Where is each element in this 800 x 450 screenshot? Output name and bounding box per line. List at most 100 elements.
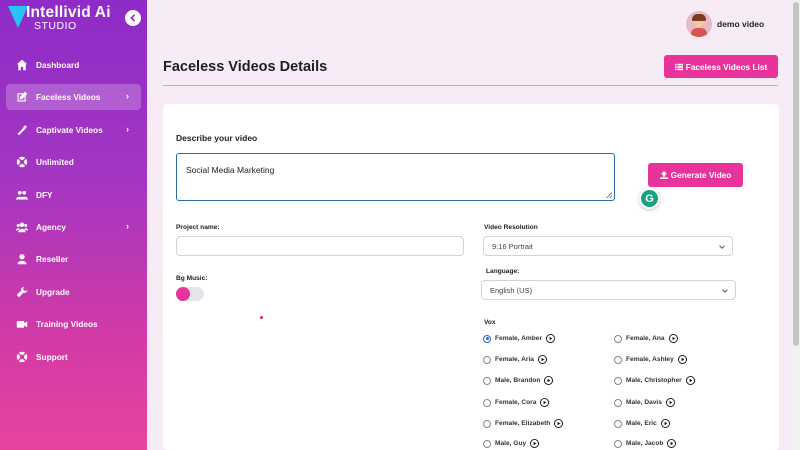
user-menu[interactable]: demo video <box>686 11 764 37</box>
play-icon[interactable] <box>530 439 540 448</box>
generate-video-button[interactable]: Generate Video <box>648 163 743 187</box>
language-label: Language: <box>486 268 520 275</box>
describe-value: Social Media Marketing <box>186 165 275 175</box>
play-icon[interactable] <box>660 419 670 428</box>
chevron-right-icon: › <box>126 220 129 231</box>
user-icon <box>15 252 29 266</box>
wrench-icon <box>15 285 29 299</box>
language-select[interactable]: English (US) <box>481 280 736 300</box>
voice-option[interactable]: Female, Ashley <box>614 355 687 364</box>
brand-logo[interactable]: Intellivid Ai STUDIO <box>8 4 128 32</box>
radio-button[interactable] <box>483 355 491 364</box>
play-icon[interactable] <box>554 419 564 428</box>
play-icon[interactable] <box>546 334 556 343</box>
sidebar-item-dashboard[interactable]: Dashboard <box>6 52 141 78</box>
radio-button[interactable] <box>614 355 622 364</box>
voice-label: Female, Ana <box>626 335 665 342</box>
sidebar-item-label: Training Videos <box>36 319 98 330</box>
voice-label: Male, Christopher <box>626 377 682 384</box>
sidebar-item-label: DFY <box>36 189 53 200</box>
sidebar-item-training-videos[interactable]: Training Videos <box>6 311 141 337</box>
resize-grip-icon[interactable] <box>606 192 612 198</box>
radio-button[interactable] <box>483 376 491 385</box>
language-value: English (US) <box>490 285 533 295</box>
radio-button[interactable] <box>614 334 622 343</box>
scrollbar-thumb[interactable] <box>793 2 799 346</box>
sidebar-item-support[interactable]: Support <box>6 344 141 370</box>
page-scrollbar[interactable] <box>792 0 800 450</box>
voice-label: Male, Guy <box>495 440 527 447</box>
voice-option[interactable]: Male, Guy <box>483 439 540 448</box>
radio-button[interactable] <box>483 439 491 448</box>
play-icon[interactable] <box>677 355 687 364</box>
grammarly-button[interactable]: G <box>639 188 660 209</box>
voice-label: Male, Eric <box>626 420 657 427</box>
sidebar-item-reseller[interactable]: Reseller <box>6 246 141 272</box>
radio-button[interactable] <box>614 376 622 385</box>
voice-option[interactable]: Female, Aria <box>483 355 547 364</box>
sidebar-item-captivate-videos[interactable]: Captivate Videos › <box>6 117 141 143</box>
voice-option[interactable]: Female, Elizabeth <box>483 419 564 428</box>
brand-sub: STUDIO <box>34 20 77 32</box>
play-icon[interactable] <box>537 355 547 364</box>
sidebar-item-label: Faceless Videos <box>36 92 101 103</box>
play-icon[interactable] <box>540 398 550 407</box>
voice-option[interactable]: Male, Eric <box>614 419 670 428</box>
users-icon <box>15 188 29 202</box>
voice-option[interactable]: Male, Brandon <box>483 376 554 385</box>
voice-label: Female, Cora <box>495 399 537 406</box>
radio-button[interactable] <box>483 334 491 343</box>
bg-music-toggle[interactable] <box>176 287 204 301</box>
radio-button[interactable] <box>483 398 491 407</box>
radio-button[interactable] <box>614 398 622 407</box>
play-icon[interactable] <box>667 439 677 448</box>
logo-mark-icon <box>8 6 28 28</box>
video-icon <box>15 317 29 331</box>
play-icon[interactable] <box>665 398 675 407</box>
sidebar-item-upgrade[interactable]: Upgrade <box>6 279 141 305</box>
header-divider <box>163 85 778 86</box>
play-icon[interactable] <box>668 334 678 343</box>
project-name-input[interactable] <box>176 236 464 256</box>
sidebar-collapse-button[interactable] <box>125 10 141 26</box>
voice-label: Female, Elizabeth <box>495 420 551 427</box>
sidebar-item-agency[interactable]: Agency › <box>6 214 141 240</box>
voice-option[interactable]: Female, Ana <box>614 334 678 343</box>
chevron-down-icon <box>719 245 725 249</box>
voice-option[interactable]: Female, Amber <box>483 334 556 343</box>
edit-icon <box>15 90 29 104</box>
chevron-down-icon <box>722 289 728 293</box>
play-icon[interactable] <box>685 376 695 385</box>
voice-option[interactable]: Female, Cora <box>483 398 550 407</box>
bg-music-label: Bg Music: <box>176 275 208 282</box>
sidebar-item-label: Reseller <box>36 254 69 265</box>
chevron-right-icon: › <box>126 91 129 102</box>
avatar <box>686 11 712 37</box>
radio-button[interactable] <box>614 419 622 428</box>
describe-video-textarea[interactable]: Social Media Marketing <box>176 153 615 201</box>
sidebar-item-label: Dashboard <box>36 60 80 70</box>
sidebar-nav: Dashboard Faceless Videos › Captivate Vi… <box>0 52 147 376</box>
voice-option[interactable]: Male, Jacob <box>614 439 677 448</box>
project-name-label: Project name: <box>176 224 220 231</box>
resolution-select[interactable]: 9:16 Portrait <box>483 236 733 256</box>
voice-option[interactable]: Male, Davis <box>614 398 675 407</box>
grammarly-icon: G <box>641 190 658 207</box>
sidebar-item-label: Unlimited <box>36 157 74 168</box>
voice-label: Male, Jacob <box>626 440 664 447</box>
play-icon[interactable] <box>544 376 554 385</box>
voice-option[interactable]: Male, Christopher <box>614 376 695 385</box>
sidebar-item-dfy[interactable]: DFY <box>6 182 141 208</box>
sidebar-item-unlimited[interactable]: Unlimited <box>6 149 141 175</box>
faceless-videos-list-button[interactable]: Faceless Videos List <box>664 55 778 78</box>
infinity-icon <box>15 155 29 169</box>
radio-button[interactable] <box>614 439 622 448</box>
page-title: Faceless Videos Details <box>163 59 328 75</box>
sidebar-item-label: Captivate Videos <box>36 124 103 135</box>
voice-label: Male, Brandon <box>495 377 541 384</box>
sidebar-item-label: Agency <box>36 221 66 232</box>
sidebar-item-faceless-videos[interactable]: Faceless Videos › <box>6 84 141 111</box>
user-name: demo video <box>717 19 765 29</box>
radio-button[interactable] <box>483 419 491 428</box>
voice-label: Male, Davis <box>626 399 662 406</box>
